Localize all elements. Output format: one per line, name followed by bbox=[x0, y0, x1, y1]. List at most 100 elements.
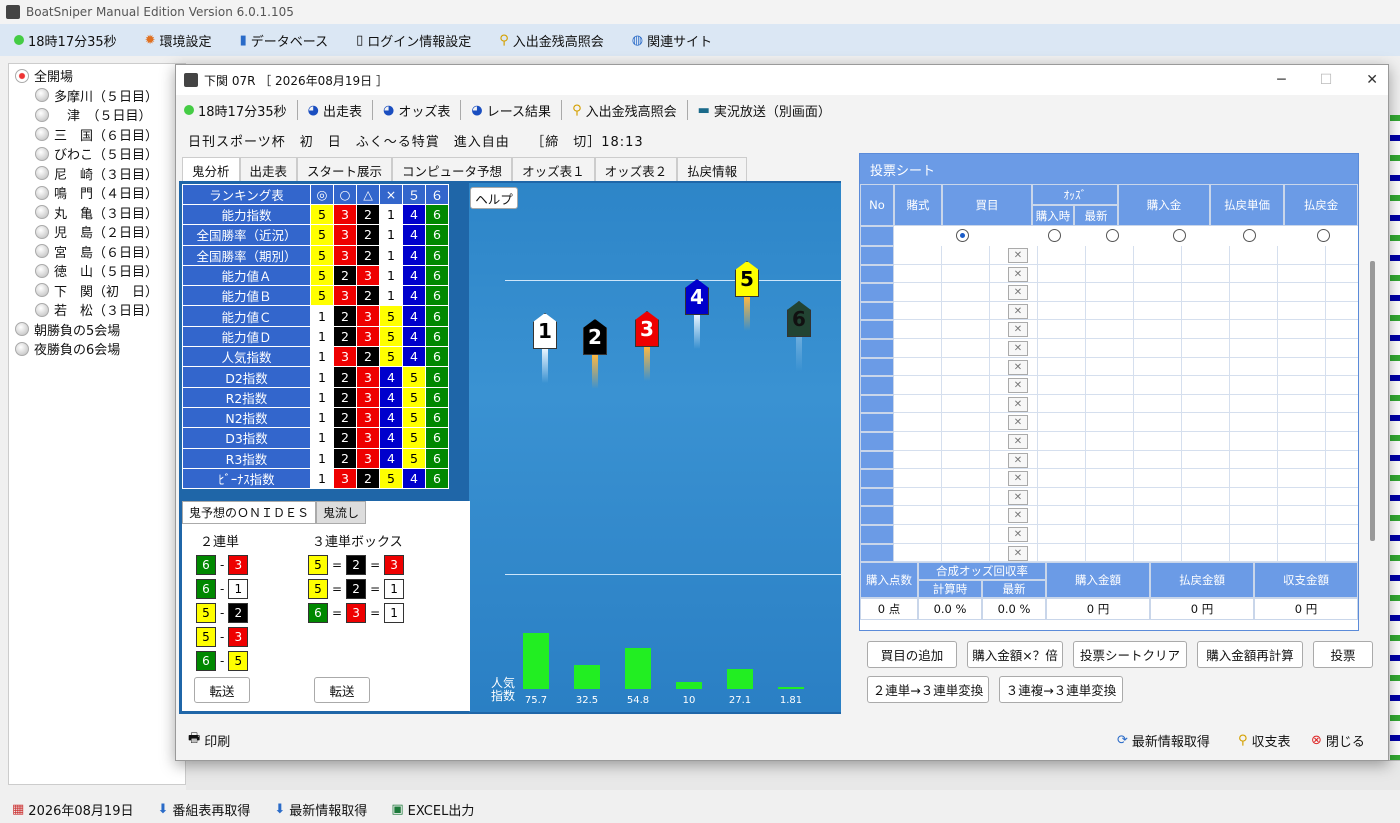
toolbar-clock: 18時17分35秒 bbox=[184, 101, 287, 120]
popularity-values: 75.7 32.5 54.8 10 27.1 1.81 bbox=[509, 695, 829, 709]
ticket-button[interactable]: 購入金額再計算 bbox=[1197, 641, 1303, 668]
ranking-label: 能力値Ｂ bbox=[182, 285, 311, 307]
maximize-icon[interactable]: ☐ bbox=[1320, 72, 1333, 88]
sum-refund: 0 円 bbox=[1150, 598, 1254, 620]
excel-button[interactable]: ▣ EXCEL出力 bbox=[391, 800, 474, 819]
delete-row-icon[interactable]: ✕ bbox=[1008, 489, 1028, 505]
delete-row-icon[interactable]: ✕ bbox=[1008, 471, 1028, 487]
ranking-cell: 5 bbox=[402, 406, 426, 429]
ranking-cell: 6 bbox=[425, 244, 449, 266]
delete-row-icon[interactable]: ✕ bbox=[1008, 341, 1028, 356]
boat-5: 5 bbox=[735, 261, 759, 331]
convert-button[interactable]: ２連単→３連単変換 bbox=[867, 676, 989, 703]
ticket-button[interactable]: 投票 bbox=[1313, 641, 1373, 668]
sort-radio[interactable] bbox=[1106, 229, 1119, 242]
toolbar-odds[interactable]: ◕ オッズ表 bbox=[383, 101, 450, 120]
refresh-button[interactable]: ⟳ 最新情報取得 bbox=[1117, 731, 1210, 750]
trio-list: 5 = 2 = 3 5 = 2 = 1 6 = 3 = 1 bbox=[308, 553, 405, 625]
tree-group-night[interactable]: 夜勝負の6会場 bbox=[9, 339, 185, 359]
tab-onides[interactable]: 鬼予想のＯＮＩＤＥＳ bbox=[182, 501, 317, 524]
tree-venue[interactable]: 徳 山（５日目） bbox=[9, 261, 185, 281]
delete-row-icon[interactable]: ✕ bbox=[1008, 396, 1028, 412]
delete-row-icon[interactable]: ✕ bbox=[1008, 545, 1028, 561]
delete-row-icon[interactable]: ✕ bbox=[1008, 452, 1028, 468]
ticket-scrollbar[interactable] bbox=[1370, 261, 1375, 541]
print-button[interactable]: 🖶 印刷 bbox=[188, 729, 230, 751]
toolbar-live[interactable]: ▬ 実況放送（別画面） bbox=[698, 101, 831, 120]
ticket-row bbox=[894, 506, 1358, 525]
tree-venue[interactable]: 児 島（２日目） bbox=[9, 222, 185, 242]
minimize-icon[interactable]: ─ bbox=[1277, 72, 1285, 88]
ranking-cell: 6 bbox=[425, 305, 449, 327]
bottom-bar: ▦ 2026年08月19日 ⬇ 番組表再取得 ⬇ 最新情報取得 ▣ EXCEL出力 bbox=[0, 795, 1400, 823]
tab-oni-analysis[interactable]: 鬼分析 bbox=[182, 157, 240, 181]
toolbar-entry[interactable]: ◕ 出走表 bbox=[308, 101, 362, 120]
sort-radio[interactable] bbox=[1173, 229, 1186, 242]
sort-radio[interactable] bbox=[1048, 229, 1061, 242]
delete-row-icon[interactable]: ✕ bbox=[1008, 322, 1028, 338]
tree-group-morning[interactable]: 朝勝負の5会場 bbox=[9, 320, 185, 340]
tree-venue[interactable]: 宮 島（６日目） bbox=[9, 242, 185, 262]
popularity-value: 32.5 bbox=[575, 695, 599, 706]
tree-venue[interactable]: 若 松（３日目） bbox=[9, 300, 185, 320]
tree-venue[interactable]: 多摩川（５日目） bbox=[9, 86, 185, 106]
sort-radio[interactable] bbox=[1243, 229, 1256, 242]
latest-button[interactable]: ⬇ 最新情報取得 bbox=[274, 800, 367, 819]
transfer-exacta-button[interactable]: 転送 bbox=[194, 677, 250, 703]
tree-root[interactable]: 全開場 bbox=[9, 66, 185, 86]
row-no bbox=[860, 394, 894, 414]
tab-odds2[interactable]: オッズ表２ bbox=[594, 157, 678, 181]
tree-venue[interactable]: 鳴 門（４日目） bbox=[9, 183, 185, 203]
ranking-cell: 1 bbox=[310, 447, 334, 469]
tree-venue[interactable]: びわこ（５日目） bbox=[9, 144, 185, 164]
delete-row-icon[interactable]: ✕ bbox=[1008, 415, 1028, 431]
close-button[interactable]: ⊗ 閉じる bbox=[1311, 731, 1365, 750]
refetch-button[interactable]: ⬇ 番組表再取得 bbox=[157, 800, 250, 819]
ticket-row bbox=[894, 450, 1358, 470]
tree-venue[interactable]: 下 関（初 日） bbox=[9, 281, 185, 301]
ranking-row: D2指数 1 2 3 4 5 6 bbox=[182, 366, 449, 388]
delete-row-icon[interactable]: ✕ bbox=[1008, 303, 1028, 319]
tree-venue[interactable]: 津 （５日目） bbox=[9, 105, 185, 125]
delete-row-icon[interactable]: ✕ bbox=[1008, 248, 1028, 263]
delete-row-icon[interactable]: ✕ bbox=[1008, 527, 1028, 542]
tab-entry[interactable]: 出走表 bbox=[239, 157, 298, 181]
toolbar-balance[interactable]: ⚲ 入出金残高照会 bbox=[572, 101, 677, 120]
menu-database[interactable]: ▮ データベース bbox=[240, 31, 329, 50]
income-button[interactable]: ⚲ 収支表 bbox=[1238, 731, 1291, 750]
tab-computer[interactable]: コンピュータ予想 bbox=[392, 157, 513, 181]
delete-row-icon[interactable]: ✕ bbox=[1008, 434, 1028, 449]
ball-icon bbox=[35, 302, 49, 317]
delete-row-icon[interactable]: ✕ bbox=[1008, 508, 1028, 524]
delete-row-icon[interactable]: ✕ bbox=[1008, 378, 1028, 394]
close-icon[interactable]: ✕ bbox=[1366, 72, 1378, 88]
help-button[interactable]: ヘルプ bbox=[470, 187, 518, 209]
ranking-cell: 5 bbox=[379, 325, 403, 348]
tab-oni-nagashi[interactable]: 鬼流し bbox=[316, 501, 367, 524]
tab-payout[interactable]: 払戻情報 bbox=[677, 157, 748, 181]
menu-settings[interactable]: ✹ 環境設定 bbox=[145, 31, 212, 50]
sort-radio[interactable] bbox=[1317, 229, 1330, 242]
convert-button[interactable]: ３連複→３連単変換 bbox=[999, 676, 1123, 703]
menu-login[interactable]: ▯ ログイン情報設定 bbox=[356, 31, 471, 50]
ranking-cell: 4 bbox=[402, 244, 426, 266]
transfer-trio-button[interactable]: 転送 bbox=[314, 677, 370, 703]
menu-balance[interactable]: ⚲ 入出金残高照会 bbox=[499, 31, 604, 50]
ticket-button[interactable]: 買目の追加 bbox=[867, 641, 957, 668]
tree-venue[interactable]: 三 国（６日目） bbox=[9, 125, 185, 145]
tab-start[interactable]: スタート展示 bbox=[297, 157, 393, 181]
delete-row-icon[interactable]: ✕ bbox=[1008, 359, 1028, 375]
ticket-button[interactable]: 投票シートクリア bbox=[1073, 641, 1187, 668]
tree-venue[interactable]: 丸 亀（３日目） bbox=[9, 203, 185, 223]
tab-odds1[interactable]: オッズ表１ bbox=[512, 157, 595, 181]
delete-row-icon[interactable]: ✕ bbox=[1008, 285, 1028, 301]
toolbar-result[interactable]: ◕ レース結果 bbox=[471, 101, 551, 120]
tree-venue[interactable]: 尼 崎（３日目） bbox=[9, 164, 185, 184]
convert-buttons: ２連単→３連単変換 ３連複→３連単変換 bbox=[867, 676, 1123, 703]
boat-chip: 3 bbox=[346, 603, 367, 623]
sort-radio[interactable] bbox=[956, 229, 969, 242]
delete-row-icon[interactable]: ✕ bbox=[1008, 266, 1028, 282]
menu-links[interactable]: ◍ 関連サイト bbox=[632, 31, 712, 50]
ticket-row bbox=[894, 283, 1358, 302]
ticket-button[interactable]: 購入金額×？倍 bbox=[967, 641, 1063, 668]
